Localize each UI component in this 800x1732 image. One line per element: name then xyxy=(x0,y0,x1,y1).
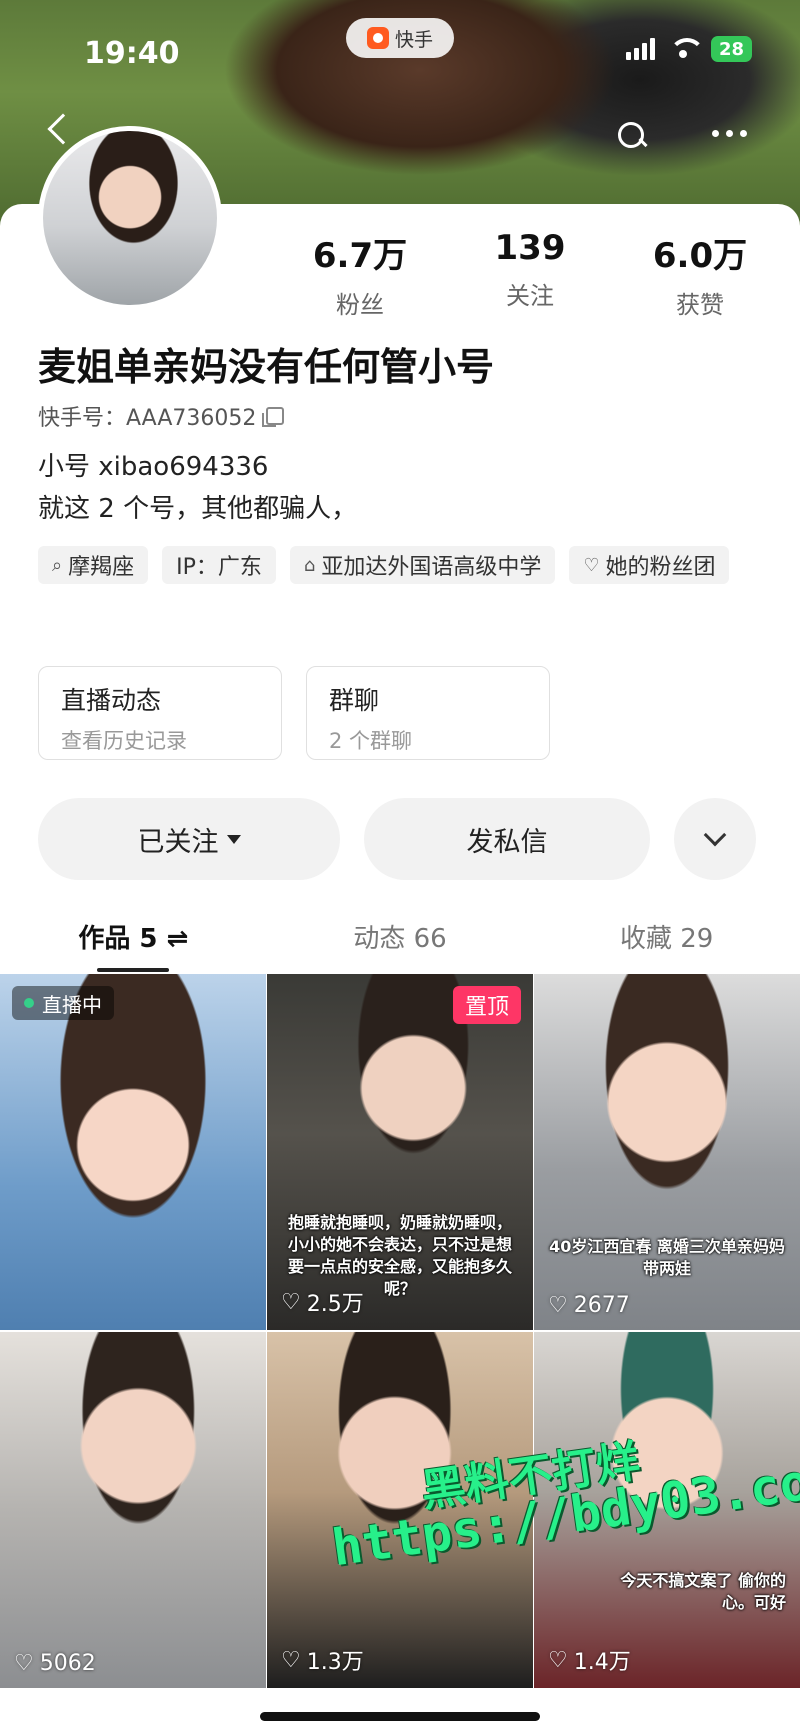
live-dot-icon xyxy=(24,998,34,1008)
status-time: 19:40 xyxy=(84,36,180,71)
stat-value: 139 xyxy=(494,228,566,268)
tag-ip-location: IP：广东 xyxy=(162,546,276,584)
like-count: ♡ 2.5万 xyxy=(281,1286,364,1318)
tab-favorites[interactable]: 收藏 29 xyxy=(533,912,800,982)
tab-works[interactable]: 作品 5 ⇌ xyxy=(0,912,267,982)
heart-icon: ♡ xyxy=(583,554,600,576)
stat-value: 6.7万 xyxy=(312,236,408,276)
tab-moments[interactable]: 动态 66 xyxy=(267,912,534,982)
wifi-icon xyxy=(668,38,705,60)
cellular-signal-icon xyxy=(625,38,655,60)
heart-icon: ♡ xyxy=(14,1651,34,1676)
like-count: ♡ 2677 xyxy=(548,1293,630,1318)
copy-icon[interactable] xyxy=(262,407,285,427)
live-badge: 直播中 xyxy=(12,986,114,1020)
pinned-badge: 置顶 xyxy=(452,986,521,1024)
like-count-value: 1.3万 xyxy=(306,1650,364,1675)
stat-value: 6.0万 xyxy=(652,236,748,276)
bio-line: 就这 2 个号，其他都骗人， xyxy=(38,494,358,524)
info-box-subtitle: 查看历史记录 xyxy=(61,729,187,753)
heart-icon: ♡ xyxy=(548,1293,568,1318)
stat-label: 获赞 xyxy=(676,291,724,319)
following-label: 已关注 xyxy=(137,826,219,858)
like-count: ♡ 1.4万 xyxy=(548,1644,631,1676)
info-box-subtitle: 2 个群聊 xyxy=(329,729,413,753)
profile-actions: 已关注 发私信 xyxy=(38,798,756,880)
like-count-value: 5062 xyxy=(39,1651,96,1676)
home-indicator[interactable] xyxy=(260,1712,540,1721)
video-thumbnail[interactable]: 直播中 xyxy=(0,974,266,1330)
stat-following[interactable]: 139 关注 xyxy=(470,228,590,320)
live-badge-label: 直播中 xyxy=(42,992,102,1017)
tag-label: 摩羯座 xyxy=(68,555,135,580)
like-count-value: 2.5万 xyxy=(306,1292,364,1317)
search-icon[interactable] xyxy=(618,122,648,152)
info-box-title: 直播动态 xyxy=(61,686,162,715)
video-caption: 40岁江西宜春 离婚三次单亲妈妈带两娃 xyxy=(549,1237,785,1278)
heart-icon: ♡ xyxy=(548,1647,568,1673)
app-name: 快手 xyxy=(394,28,433,51)
message-label: 发私信 xyxy=(466,826,548,858)
tag-school[interactable]: ⌂ 亚加达外国语高级中学 xyxy=(289,546,556,584)
stat-likes[interactable]: 6.0万 获赞 xyxy=(640,228,760,320)
back-arrow-icon[interactable] xyxy=(47,113,79,145)
app-indicator-pill: 快手 xyxy=(346,18,454,58)
battery-icon: 28 xyxy=(710,36,752,62)
stat-label: 关注 xyxy=(506,282,554,310)
like-count-value: 2677 xyxy=(573,1293,630,1318)
avatar[interactable] xyxy=(38,126,222,310)
like-count: ♡ 1.3万 xyxy=(281,1644,364,1676)
video-thumbnail[interactable]: 今天不搞文案了 偷你的心。可好 ♡ 1.4万 xyxy=(534,1332,800,1688)
tag-fan-club[interactable]: ♡ 她的粉丝团 xyxy=(569,546,730,584)
heart-icon: ♡ xyxy=(281,1647,301,1673)
heart-icon: ♡ xyxy=(281,1289,301,1315)
school-icon: ⌂ xyxy=(303,554,316,576)
video-thumbnail[interactable]: ♡ 1.3万 xyxy=(267,1332,533,1688)
like-count-value: 1.4万 xyxy=(573,1650,631,1675)
user-id-row[interactable]: 快手号：AAA736052 xyxy=(38,400,285,432)
status-icons: 28 xyxy=(625,36,752,62)
caret-down-icon xyxy=(226,834,241,844)
like-count: ♡ 5062 xyxy=(14,1651,96,1676)
video-grid: 直播中 置顶 抱睡就抱睡呗，奶睡就奶睡呗，小小的她不会表达，只不过是想要一点点的… xyxy=(0,974,800,1688)
bio-line: 小号 xibao694336 xyxy=(38,452,269,482)
message-button[interactable]: 发私信 xyxy=(364,798,650,880)
tag-zodiac[interactable]: ⌕ 摩羯座 xyxy=(38,546,149,584)
expand-button[interactable] xyxy=(674,798,756,880)
tag-label: IP：广东 xyxy=(176,555,262,580)
battery-level: 28 xyxy=(718,38,744,60)
profile-stats: 6.7万 粉丝 139 关注 6.0万 获赞 xyxy=(280,228,780,320)
video-caption: 今天不搞文案了 偷你的心。可好 xyxy=(620,1571,786,1612)
profile-tags: ⌕ 摩羯座 IP：广东 ⌂ 亚加达外国语高级中学 ♡ 她的粉丝团 xyxy=(38,546,758,584)
info-boxes: 直播动态 查看历史记录 群聊 2 个群聊 xyxy=(38,666,550,760)
stat-followers[interactable]: 6.7万 粉丝 xyxy=(300,228,420,320)
more-options-icon[interactable] xyxy=(712,130,747,137)
tag-label: 亚加达外国语高级中学 xyxy=(321,555,542,580)
video-thumbnail[interactable]: 40岁江西宜春 离婚三次单亲妈妈带两娃 ♡ 2677 xyxy=(534,974,800,1330)
info-box-title: 群聊 xyxy=(329,686,380,715)
profile-bio: 小号 xibao694336 就这 2 个号，其他都骗人， xyxy=(38,446,357,530)
following-button[interactable]: 已关注 xyxy=(38,798,340,880)
kuaishou-logo-icon xyxy=(366,27,389,49)
tag-label: 她的粉丝团 xyxy=(605,555,716,580)
video-thumbnail[interactable]: 置顶 抱睡就抱睡呗，奶睡就奶睡呗，小小的她不会表达，只不过是想要一点点的安全感，… xyxy=(267,974,533,1330)
profile-name: 麦姐单亲妈没有任何管小号 xyxy=(38,345,495,389)
search-icon: ⌕ xyxy=(52,554,63,576)
content-tabs: 作品 5 ⇌ 动态 66 收藏 29 xyxy=(0,912,800,982)
group-chat-box[interactable]: 群聊 2 个群聊 xyxy=(306,666,550,760)
chevron-down-icon xyxy=(703,823,727,847)
video-thumbnail[interactable]: ♡ 5062 xyxy=(0,1332,266,1688)
user-id: 快手号：AAA736052 xyxy=(38,406,257,431)
stat-label: 粉丝 xyxy=(336,291,384,319)
live-history-box[interactable]: 直播动态 查看历史记录 xyxy=(38,666,282,760)
